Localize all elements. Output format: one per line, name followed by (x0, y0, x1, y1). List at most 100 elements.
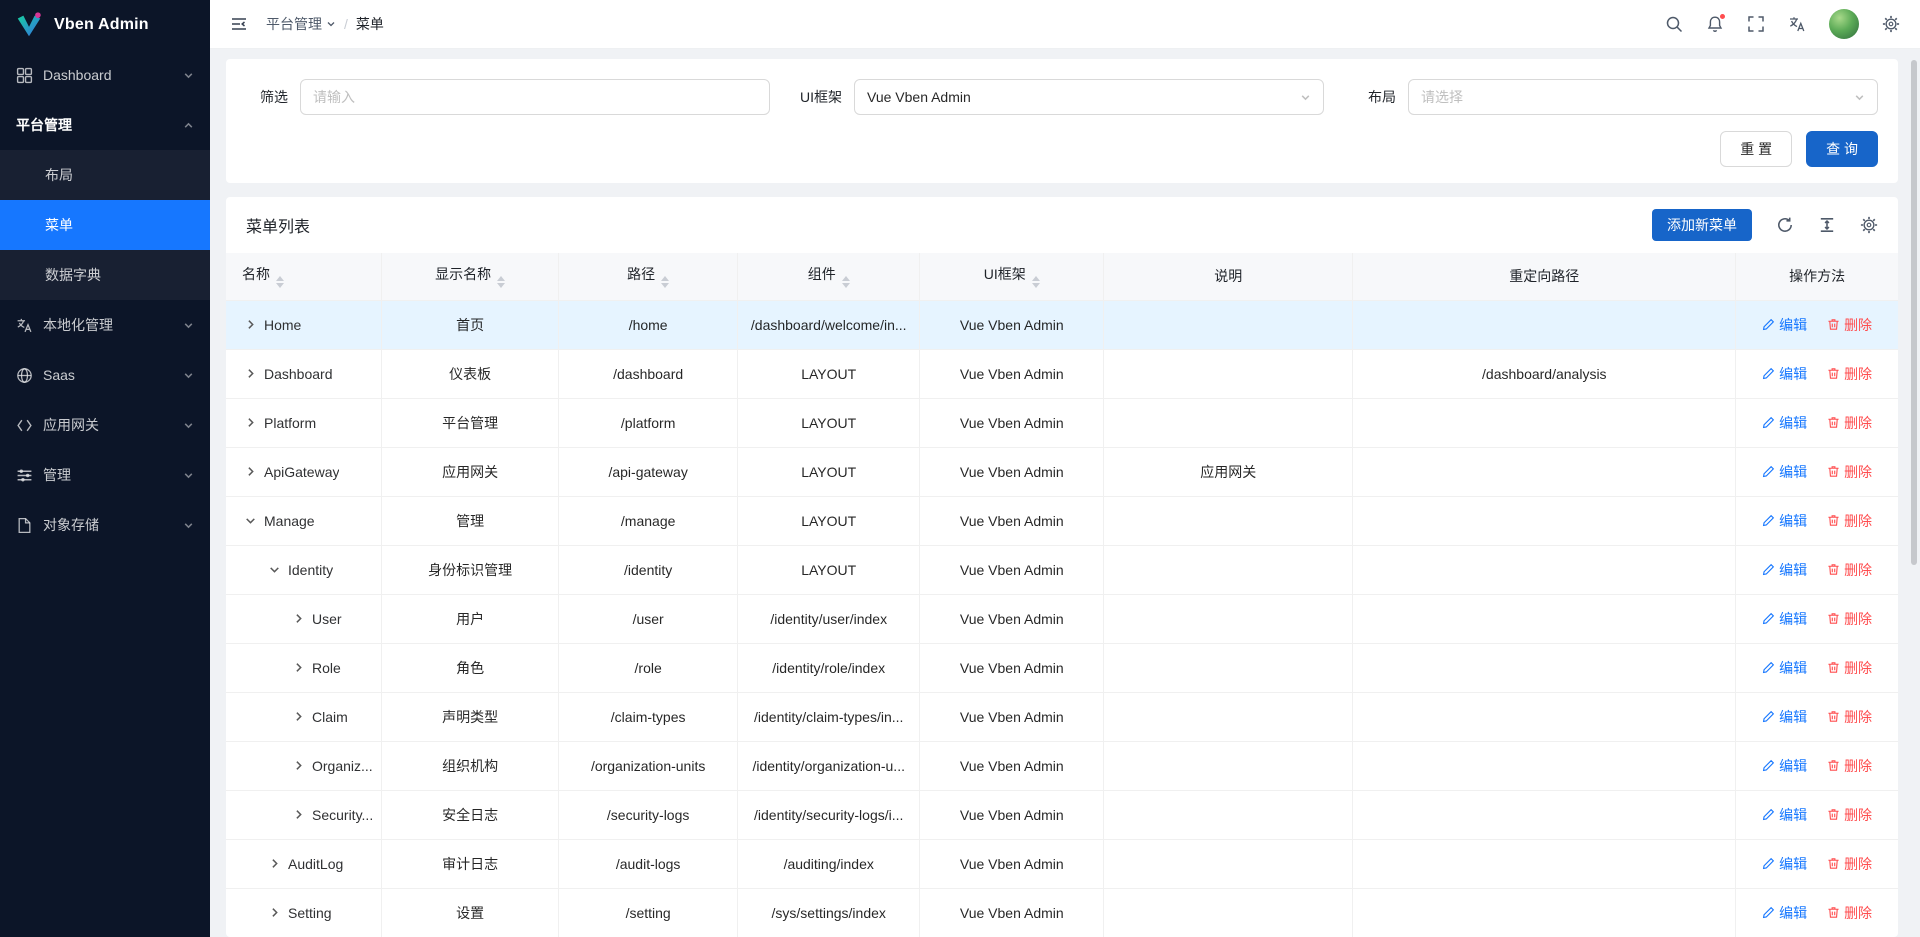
sidebar-item-localization[interactable]: 本地化管理 (0, 300, 210, 350)
edit-button[interactable]: 编辑 (1762, 707, 1807, 727)
delete-button[interactable]: 删除 (1827, 854, 1872, 874)
table-row[interactable]: Role 角色 /role /identity/role/index Vue V… (226, 643, 1898, 692)
table-row[interactable]: Organiz... 组织机构 /organization-units /ide… (226, 741, 1898, 790)
edit-button[interactable]: 编辑 (1762, 854, 1807, 874)
sidebar-item-dashboard[interactable]: Dashboard (0, 50, 210, 100)
tree-expand-icon[interactable] (244, 465, 257, 478)
row-height-icon[interactable] (1818, 216, 1836, 234)
delete-button[interactable]: 删除 (1827, 658, 1872, 678)
delete-button[interactable]: 删除 (1827, 707, 1872, 727)
cell-display-name: 用户 (381, 594, 558, 643)
column-header-1[interactable]: 显示名称 (381, 253, 558, 300)
tree-expand-icon[interactable] (292, 612, 305, 625)
tree-expand-icon[interactable] (244, 514, 257, 527)
tree-expand-icon[interactable] (244, 318, 257, 331)
tree-expand-icon[interactable] (292, 661, 305, 674)
reset-button[interactable]: 重 置 (1720, 131, 1792, 167)
translate-icon[interactable] (1788, 15, 1806, 33)
tree-expand-icon[interactable] (268, 563, 281, 576)
layout-select[interactable]: 请选择 (1408, 79, 1878, 115)
table-row[interactable]: Dashboard 仪表板 /dashboard LAYOUT Vue Vben… (226, 349, 1898, 398)
table-row[interactable]: Setting 设置 /setting /sys/settings/index … (226, 888, 1898, 937)
table-settings-icon[interactable] (1860, 216, 1878, 234)
sidebar-item-gateway[interactable]: 应用网关 (0, 400, 210, 450)
cell-actions: 编辑 删除 (1736, 692, 1898, 741)
edit-button[interactable]: 编辑 (1762, 609, 1807, 629)
edit-button[interactable]: 编辑 (1762, 756, 1807, 776)
filter-keyword-input[interactable] (300, 79, 770, 115)
tree-expand-icon[interactable] (292, 808, 305, 821)
edit-button[interactable]: 编辑 (1762, 903, 1807, 923)
sort-carets-icon[interactable] (842, 276, 850, 288)
delete-button[interactable]: 删除 (1827, 609, 1872, 629)
tree-expand-icon[interactable] (268, 906, 281, 919)
delete-icon (1827, 661, 1840, 674)
edit-button[interactable]: 编辑 (1762, 805, 1807, 825)
edit-button[interactable]: 编辑 (1762, 560, 1807, 580)
table-row[interactable]: Claim 声明类型 /claim-types /identity/claim-… (226, 692, 1898, 741)
add-menu-button[interactable]: 添加新菜单 (1652, 209, 1752, 241)
avatar[interactable] (1829, 9, 1859, 39)
table-row[interactable]: Identity 身份标识管理 /identity LAYOUT Vue Vbe… (226, 545, 1898, 594)
column-header-0[interactable]: 名称 (226, 253, 381, 300)
column-header-3[interactable]: 组件 (738, 253, 920, 300)
sidebar-item-layout[interactable]: 布局 (0, 150, 210, 200)
sidebar-item-platform[interactable]: 平台管理 (0, 100, 210, 150)
column-header-2[interactable]: 路径 (559, 253, 738, 300)
edit-button[interactable]: 编辑 (1762, 413, 1807, 433)
tree-expand-icon[interactable] (292, 710, 305, 723)
delete-button[interactable]: 删除 (1827, 756, 1872, 776)
edit-button[interactable]: 编辑 (1762, 315, 1807, 335)
cell-description (1104, 594, 1353, 643)
sidebar-item-object-storage[interactable]: 对象存储 (0, 500, 210, 550)
tree-expand-icon[interactable] (268, 857, 281, 870)
search-icon[interactable] (1665, 15, 1683, 33)
cell-path: /home (559, 300, 738, 349)
column-header-4[interactable]: UI框架 (920, 253, 1104, 300)
delete-button[interactable]: 删除 (1827, 462, 1872, 482)
settings-icon[interactable] (1882, 15, 1900, 33)
select-value: Vue Vben Admin (867, 89, 1292, 105)
breadcrumb: 平台管理 / 菜单 (266, 14, 384, 34)
sidebar-item-menu[interactable]: 菜单 (0, 200, 210, 250)
delete-button[interactable]: 删除 (1827, 903, 1872, 923)
delete-button[interactable]: 删除 (1827, 364, 1872, 384)
breadcrumb-current: 菜单 (356, 14, 384, 34)
refresh-icon[interactable] (1776, 216, 1794, 234)
sort-carets-icon[interactable] (1032, 276, 1040, 288)
framework-select[interactable]: Vue Vben Admin (854, 79, 1324, 115)
scrollbar[interactable] (1911, 60, 1917, 565)
app-logo[interactable]: Vben Admin (0, 0, 210, 50)
sort-carets-icon[interactable] (661, 276, 669, 288)
delete-button[interactable]: 删除 (1827, 315, 1872, 335)
table-row[interactable]: Home 首页 /home /dashboard/welcome/in... V… (226, 300, 1898, 349)
sidebar-item-data-dictionary[interactable]: 数据字典 (0, 250, 210, 300)
sidebar-item-saas[interactable]: Saas (0, 350, 210, 400)
edit-button[interactable]: 编辑 (1762, 511, 1807, 531)
table-row[interactable]: Manage 管理 /manage LAYOUT Vue Vben Admin … (226, 496, 1898, 545)
delete-button[interactable]: 删除 (1827, 805, 1872, 825)
menu-fold-icon[interactable] (230, 15, 248, 33)
fullscreen-icon[interactable] (1747, 15, 1765, 33)
edit-button[interactable]: 编辑 (1762, 462, 1807, 482)
bell-icon[interactable] (1706, 15, 1724, 33)
table-row[interactable]: AuditLog 审计日志 /audit-logs /auditing/inde… (226, 839, 1898, 888)
table-row[interactable]: User 用户 /user /identity/user/index Vue V… (226, 594, 1898, 643)
sort-carets-icon[interactable] (497, 276, 505, 288)
tree-expand-icon[interactable] (244, 367, 257, 380)
edit-button[interactable]: 编辑 (1762, 658, 1807, 678)
table-row[interactable]: ApiGateway 应用网关 /api-gateway LAYOUT Vue … (226, 447, 1898, 496)
breadcrumb-parent[interactable]: 平台管理 (266, 14, 336, 34)
table-row[interactable]: Security... 安全日志 /security-logs /identit… (226, 790, 1898, 839)
tree-expand-icon[interactable] (292, 759, 305, 772)
sidebar-item-manage[interactable]: 管理 (0, 450, 210, 500)
edit-button[interactable]: 编辑 (1762, 364, 1807, 384)
tree-expand-icon[interactable] (244, 416, 257, 429)
sort-carets-icon[interactable] (276, 276, 284, 288)
delete-button[interactable]: 删除 (1827, 511, 1872, 531)
platform-submenu: 布局 菜单 数据字典 (0, 150, 210, 300)
search-button[interactable]: 查 询 (1806, 131, 1878, 167)
delete-button[interactable]: 删除 (1827, 413, 1872, 433)
delete-button[interactable]: 删除 (1827, 560, 1872, 580)
table-row[interactable]: Platform 平台管理 /platform LAYOUT Vue Vben … (226, 398, 1898, 447)
